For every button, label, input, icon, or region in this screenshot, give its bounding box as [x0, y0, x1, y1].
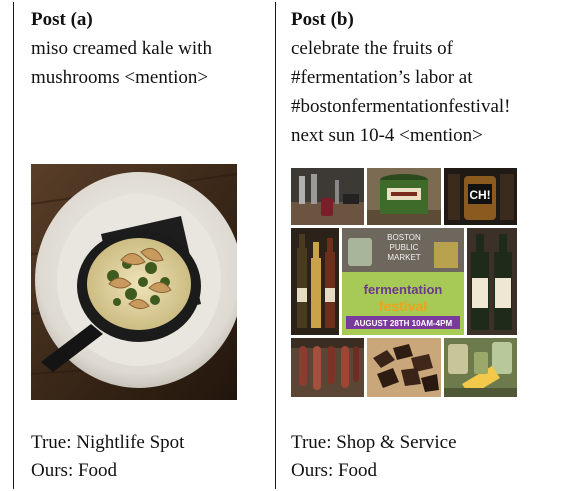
banner-fermentation-text: fermentation [364, 282, 443, 297]
post-b-column: Post (b) celebrate the fruits of #fermen… [291, 6, 572, 491]
post-a-title: Post (a) [31, 9, 93, 30]
vinegar-bottles-photo-icon [467, 228, 517, 335]
skillet-dish-photo-icon [31, 164, 237, 400]
post-b-text-line: celebrate the fruits of [291, 38, 453, 59]
post-b-text: celebrate the fruits of #fermentation’s … [291, 34, 572, 150]
wine-bottles-photo-icon [291, 228, 339, 335]
banner-festival-text: festival [379, 298, 427, 314]
post-a-text-line: mushrooms <mention> [31, 67, 209, 88]
market-sign-line: BOSTON [387, 233, 421, 242]
market-sign-line: PUBLIC [390, 243, 419, 252]
collage-tile-chi-jar: CH! [444, 168, 517, 225]
festival-banner-photo-icon: BOSTON PUBLIC MARKET fermentation festiv… [342, 228, 464, 335]
post-b-text-line: #bostonfermentationfestival! [291, 96, 511, 117]
collage-tile-vinegar-bottles [467, 228, 517, 335]
collage-tile-bottles [291, 228, 339, 335]
post-b-text-line: next sun 10-4 <mention> [291, 125, 483, 146]
post-a-ours-label: Ours: Food [31, 460, 118, 481]
post-b-true-label: True: Shop & Service [291, 432, 457, 453]
chocolate-pieces-photo-icon [367, 338, 441, 397]
post-a-column: Post (a) miso creamed kale with mushroom… [31, 6, 301, 491]
post-a-labels: True: Nightlife Spot Ours: Food [31, 429, 184, 485]
crock-jar-photo-icon [367, 168, 441, 225]
cheese-jars-photo-icon [444, 338, 517, 397]
collage-tile-taproom [291, 168, 364, 225]
chi-jar-label: CH! [469, 188, 490, 202]
post-b-photo-collage: CH! BOSTON PUBLIC MARKET fermentation fe… [291, 168, 517, 397]
post-b-labels: True: Shop & Service Ours: Food [291, 429, 457, 485]
collage-tile-festival-banner: BOSTON PUBLIC MARKET fermentation festiv… [342, 228, 464, 335]
post-a-text: miso creamed kale with mushrooms <mentio… [31, 34, 301, 92]
banner-date-text: AUGUST 28TH 10AM-4PM [354, 319, 453, 328]
collage-tile-crock [367, 168, 441, 225]
taproom-photo-icon [291, 168, 364, 225]
chi-jar-photo-icon: CH! [444, 168, 517, 225]
hanging-meats-photo-icon [291, 338, 364, 397]
post-a-text-line: miso creamed kale with [31, 38, 212, 59]
post-b-ours-label: Ours: Food [291, 460, 378, 481]
collage-tile-chocolate [367, 338, 441, 397]
post-a-photo [31, 164, 237, 400]
left-border-rule [13, 2, 14, 489]
collage-tile-charcuterie [291, 338, 364, 397]
collage-tile-cheese-jars [444, 338, 517, 397]
post-b-title: Post (b) [291, 9, 354, 30]
market-sign-line: MARKET [387, 253, 420, 262]
post-a-true-label: True: Nightlife Spot [31, 432, 185, 453]
post-b-text-line: #fermentation’s labor at [291, 67, 473, 88]
